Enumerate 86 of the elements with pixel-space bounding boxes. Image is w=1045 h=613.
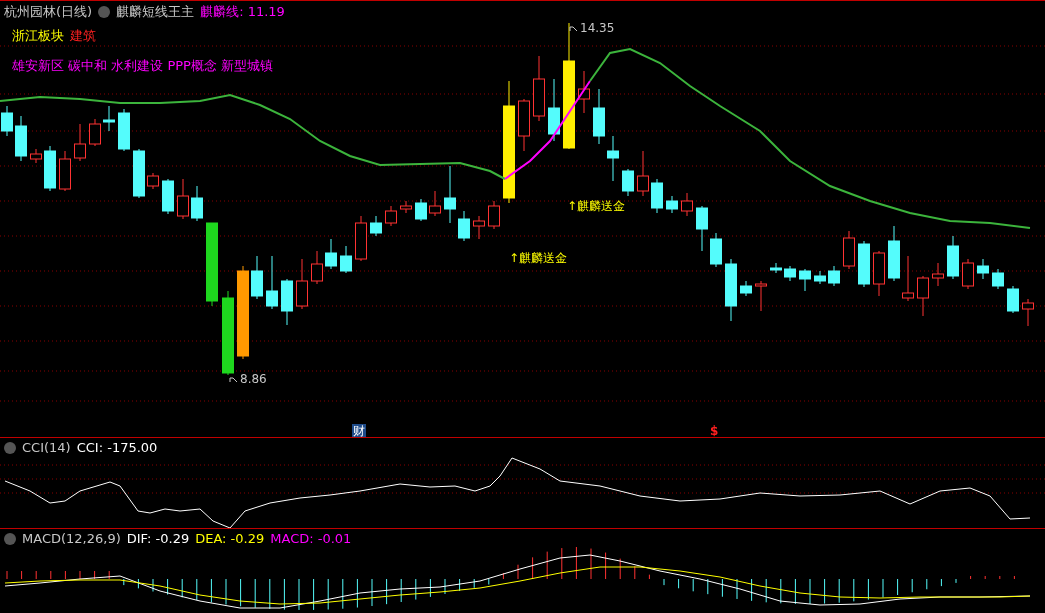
- candlestick: [977, 258, 989, 280]
- candlestick: [370, 215, 382, 237]
- candlestick: [651, 178, 663, 214]
- candlestick: [444, 165, 456, 224]
- candlestick: [118, 108, 130, 152]
- candlestick: [191, 185, 203, 222]
- candlestick: [992, 268, 1004, 290]
- macd-value: MACD: -0.01: [270, 531, 352, 546]
- candlestick: [858, 240, 870, 288]
- candlestick: [325, 238, 337, 270]
- dropdown-icon[interactable]: [4, 532, 16, 545]
- candlestick: [385, 205, 397, 227]
- candlestick: [770, 262, 782, 274]
- candlestick: [281, 278, 293, 326]
- candlestick: [103, 105, 115, 132]
- candlestick: [666, 195, 678, 214]
- candlestick: [74, 123, 86, 162]
- candlestick: [873, 250, 885, 297]
- candlestick: [548, 78, 560, 142]
- event-marker[interactable]: 财: [352, 424, 366, 437]
- candlestick: [755, 280, 767, 312]
- dif-value: DIF: -0.29: [126, 531, 190, 546]
- candlestick: [251, 255, 263, 300]
- concept-tags: 雄安新区 碳中和 水利建设 PPP概念 新型城镇: [12, 57, 274, 75]
- dea-value: DEA: -0.29: [195, 531, 265, 546]
- candlestick: [311, 250, 323, 285]
- candlestick: [488, 200, 500, 230]
- candlestick: [30, 148, 42, 164]
- candlestick: [89, 118, 101, 147]
- candlestick: [696, 205, 708, 252]
- dropdown-icon[interactable]: [98, 6, 111, 18]
- candlestick: [147, 172, 159, 190]
- candlestick: [917, 275, 929, 317]
- candlestick: [177, 178, 189, 220]
- dropdown-icon[interactable]: [4, 441, 16, 454]
- candlestick: [578, 70, 590, 114]
- candlestick: [607, 135, 619, 182]
- candlestick: [740, 280, 752, 297]
- candlestick: [533, 55, 545, 122]
- indicator-name: 麒麟短线王主: [116, 3, 195, 21]
- candlestick: [947, 235, 959, 280]
- candlestick: [59, 150, 71, 192]
- event-marker[interactable]: $: [709, 424, 720, 437]
- candlestick: [473, 215, 485, 240]
- cci-title: CCI(14): [22, 440, 71, 455]
- sector-tag: 建筑: [70, 27, 96, 45]
- price-label: 14.35: [580, 21, 615, 35]
- candlestick: [162, 178, 174, 215]
- candlestick: [429, 190, 441, 217]
- signal-label: ↑麒麟送金: [509, 250, 568, 267]
- candlestick: [44, 145, 56, 192]
- stock-title: 杭州园林(日线): [4, 3, 93, 21]
- candlestick: [902, 255, 914, 302]
- candlestick: [355, 215, 367, 262]
- indicator-value: 麒麟线: 11.19: [200, 3, 285, 21]
- candlestick: [710, 232, 722, 268]
- candlestick: [266, 255, 278, 310]
- candlestick: [888, 225, 900, 282]
- candlestick: [622, 168, 634, 197]
- candlestick: [1007, 285, 1019, 314]
- candlestick: [784, 265, 796, 282]
- cci-value: CCI: -175.00: [76, 440, 158, 455]
- candlestick: [637, 150, 649, 197]
- candlestick: [415, 198, 427, 222]
- candlestick: [15, 115, 27, 162]
- candlestick: [1, 105, 13, 137]
- sector-label: 浙江板块: [12, 27, 64, 45]
- candlestick: [458, 210, 470, 242]
- candlestick: [296, 258, 308, 310]
- signal-label: ↑麒麟送金: [567, 198, 626, 215]
- candlestick: [814, 270, 826, 285]
- candlestick: [593, 88, 605, 145]
- candlestick: [828, 265, 840, 287]
- candlestick: [340, 245, 352, 274]
- macd-title: MACD(12,26,9): [22, 531, 121, 546]
- price-label: 8.86: [240, 372, 267, 386]
- candlestick: [518, 98, 530, 152]
- candlestick: [962, 258, 974, 290]
- candlestick: [1022, 298, 1034, 327]
- candlestick: [681, 192, 693, 217]
- candlestick: [725, 258, 737, 322]
- candlestick: [133, 148, 145, 199]
- candlestick: [799, 268, 811, 292]
- candlestick: [932, 262, 944, 287]
- candlestick: [400, 200, 412, 214]
- candlestick: [843, 230, 855, 270]
